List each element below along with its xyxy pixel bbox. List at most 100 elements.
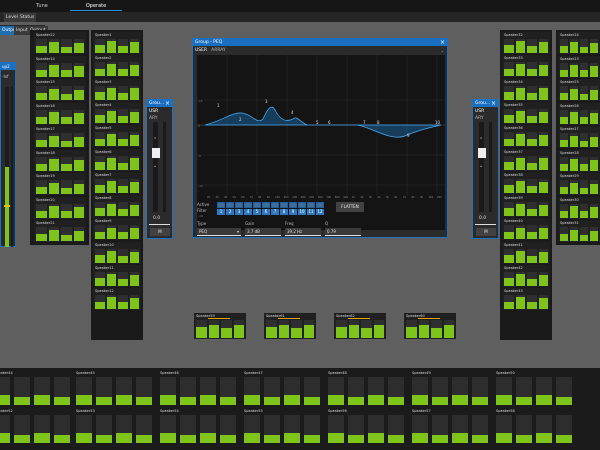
chevron-down-icon[interactable]: ⌄ (441, 48, 444, 53)
speaker-tile[interactable]: Speaker9 (93, 218, 141, 241)
speaker-tile[interactable]: Speaker29 (558, 173, 600, 195)
speaker-tile[interactable]: Speaker26 (558, 102, 600, 125)
filter-select-button[interactable]: 5 (253, 209, 261, 215)
speaker-tile[interactable]: Speaker6 (93, 148, 141, 171)
speaker-tile[interactable]: Speaker62 (334, 313, 386, 339)
speaker-tile[interactable]: Speaker33 (502, 55, 550, 78)
speaker-tile[interactable]: Speaker20 (34, 196, 86, 219)
fader-knob-right[interactable] (478, 148, 486, 158)
speaker-tile[interactable]: Speaker8 (93, 195, 141, 218)
chevron-up-icon[interactable]: ⌃ (153, 137, 157, 143)
speaker-tile[interactable]: Speaker22 (34, 32, 86, 54)
tab-ary-right[interactable]: ARY (475, 116, 484, 121)
tab-ary-left[interactable]: ARY (149, 116, 158, 121)
speaker-tile[interactable]: Speaker49 (410, 370, 490, 406)
tab-tune[interactable]: Tune (22, 1, 62, 11)
filter-active-checkbox[interactable] (253, 202, 261, 208)
filter-active-checkbox[interactable] (262, 202, 270, 208)
tab-usr-right[interactable]: USR (475, 109, 484, 114)
chevron-up-icon[interactable]: ⌃ (479, 137, 483, 143)
speaker-tile[interactable]: Speaker45 (74, 370, 154, 406)
speaker-tile[interactable]: Speaker24 (558, 32, 600, 54)
filter-select-button[interactable]: 12 (316, 209, 324, 215)
speaker-tile[interactable]: Speaker30 (558, 196, 600, 219)
filter-select-button[interactable]: 4 (244, 209, 252, 215)
speaker-tile[interactable]: Speaker57 (410, 408, 490, 444)
filter-select-button[interactable]: 1 (217, 209, 225, 215)
mute-button-left[interactable]: M (150, 228, 170, 236)
speaker-tile[interactable]: Speaker32 (502, 32, 550, 54)
mute-button-right[interactable]: M (476, 228, 496, 236)
tab-status[interactable]: Status (18, 13, 37, 22)
speaker-tile[interactable]: Speaker53 (74, 408, 154, 444)
speaker-tile[interactable]: Speaker54 (158, 408, 238, 444)
speaker-tile[interactable]: Speaker18 (34, 149, 86, 172)
speaker-tile[interactable]: Speaker56 (326, 408, 406, 444)
filter-select-button[interactable]: 10 (298, 209, 306, 215)
tab-usr-left[interactable]: USR (149, 109, 158, 114)
filter-active-checkbox[interactable] (226, 202, 234, 208)
speaker-tile[interactable]: Speaker3 (93, 78, 141, 101)
filter-select-button[interactable]: 3 (235, 209, 243, 215)
speaker-tile[interactable]: Speaker35 (502, 101, 550, 124)
filter-active-checkbox[interactable] (298, 202, 306, 208)
q-field[interactable]: 0.79 (325, 228, 361, 236)
tab-array[interactable]: ARRAY (211, 48, 226, 53)
filter-active-checkbox[interactable] (307, 202, 315, 208)
filter-active-checkbox[interactable] (280, 202, 288, 208)
chevron-down-icon[interactable]: ⌄ (153, 163, 157, 169)
speaker-tile[interactable]: Speaker61 (264, 313, 316, 339)
freq-field[interactable]: 39.2 Hz (285, 228, 321, 236)
filter-select-button[interactable]: 9 (289, 209, 297, 215)
close-icon[interactable]: × (440, 39, 445, 46)
speaker-tile[interactable]: Speaker40 (502, 218, 550, 241)
speaker-tile[interactable]: Speaker16 (34, 102, 86, 125)
speaker-tile[interactable]: Speaker7 (93, 171, 141, 194)
speaker-tile[interactable]: Speaker55 (242, 408, 322, 444)
speaker-tile[interactable]: Speaker58 (494, 408, 574, 444)
speaker-tile[interactable]: Speaker5 (93, 125, 141, 148)
speaker-tile[interactable]: Speaker25 (558, 79, 600, 101)
speaker-tile[interactable]: Speaker23 (558, 55, 600, 78)
filter-active-checkbox[interactable] (217, 202, 225, 208)
speaker-tile[interactable]: Speaker19 (34, 173, 86, 195)
speaker-tile[interactable]: Speaker15 (34, 79, 86, 101)
filter-marker-10[interactable]: 10 (435, 120, 441, 125)
filter-select-button[interactable]: 2 (226, 209, 234, 215)
filter-select-button[interactable]: 7 (271, 209, 279, 215)
speaker-tile[interactable]: Speaker38 (502, 171, 550, 194)
speaker-tile[interactable]: Speaker60 (404, 313, 456, 339)
speaker-tile[interactable]: Speaker48 (326, 370, 406, 406)
filter-active-checkbox[interactable] (235, 202, 243, 208)
filter-select-button[interactable]: 8 (280, 209, 288, 215)
filter-active-checkbox[interactable] (289, 202, 297, 208)
gain-field[interactable]: 3.7 dB (245, 228, 281, 236)
tab-operate[interactable]: Operate (70, 1, 122, 11)
tab-user[interactable]: USER (195, 48, 207, 53)
speaker-tile[interactable]: Speaker31 (558, 220, 600, 242)
type-select[interactable]: PEQ ▾ (197, 228, 241, 236)
filter-active-checkbox[interactable] (316, 202, 324, 208)
speaker-tile[interactable]: Speaker52 (0, 408, 72, 444)
close-icon[interactable]: × (491, 100, 496, 107)
speaker-tile[interactable]: Speaker28 (558, 149, 600, 172)
fader-knob-left[interactable] (152, 148, 160, 158)
speaker-tile[interactable]: Speaker41 (502, 241, 550, 264)
speaker-tile[interactable]: Speaker42 (502, 265, 550, 287)
flatten-button[interactable]: FLATTEN (336, 202, 364, 212)
speaker-tile[interactable]: Speaker59 (194, 313, 246, 339)
speaker-tile[interactable]: Speaker50 (494, 370, 574, 406)
chevron-down-icon[interactable]: ⌄ (479, 163, 483, 169)
filter-select-button[interactable]: 6 (262, 209, 270, 215)
speaker-tile[interactable]: Speaker1 (93, 32, 141, 54)
speaker-tile[interactable]: Speaker27 (558, 126, 600, 148)
speaker-tile[interactable]: Speaker36 (502, 125, 550, 148)
speaker-tile[interactable]: Speaker12 (93, 288, 141, 311)
speaker-tile[interactable]: Speaker10 (93, 241, 141, 264)
filter-select-button[interactable]: 11 (307, 209, 315, 215)
speaker-tile[interactable]: Speaker44 (0, 370, 72, 406)
speaker-tile[interactable]: Speaker34 (502, 78, 550, 101)
speaker-tile[interactable]: Speaker17 (34, 126, 86, 148)
filter-active-checkbox[interactable] (244, 202, 252, 208)
speaker-tile[interactable]: Speaker46 (158, 370, 238, 406)
